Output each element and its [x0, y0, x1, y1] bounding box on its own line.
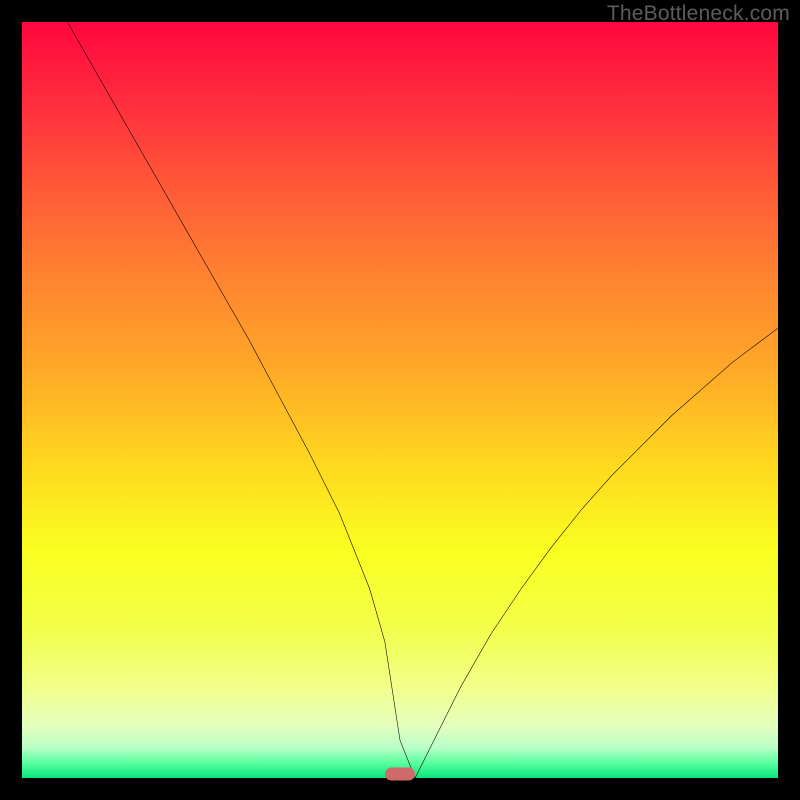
bottleneck-curve	[22, 22, 778, 778]
watermark-text: TheBottleneck.com	[607, 2, 790, 26]
optimum-marker	[385, 768, 415, 781]
chart-frame: TheBottleneck.com	[0, 0, 800, 800]
plot-area	[22, 22, 778, 778]
